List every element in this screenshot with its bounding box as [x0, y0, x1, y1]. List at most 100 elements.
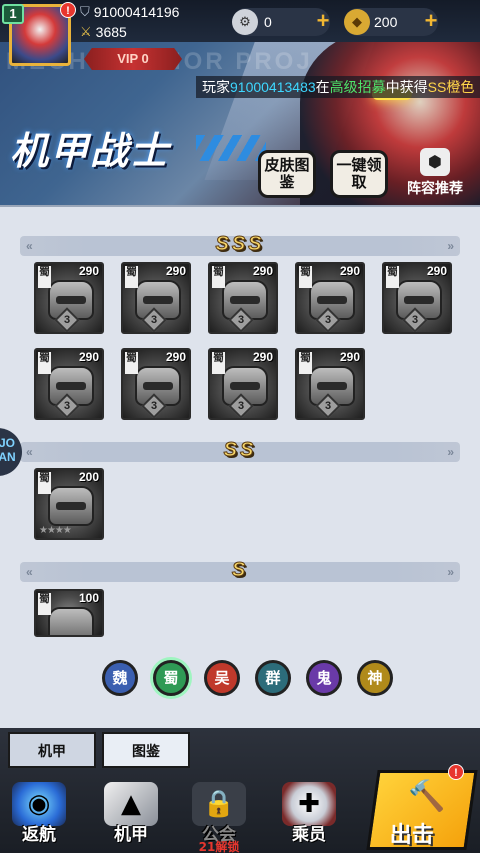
- mecha-card-ss-1[interactable]: 蜀 200 ★★★★: [34, 468, 104, 540]
- card-star-level: 3: [63, 314, 71, 326]
- coin-icon: ◆: [344, 9, 370, 35]
- add-coin-button[interactable]: +: [420, 10, 442, 32]
- faction-filter-5[interactable]: 鬼: [306, 660, 342, 696]
- mecha-portrait: [48, 607, 94, 635]
- faction-filter-6[interactable]: 神: [357, 660, 393, 696]
- mecha-visor: [56, 382, 86, 390]
- tab-mecha[interactable]: 机甲: [8, 732, 96, 768]
- sortie-label: 出击: [389, 823, 434, 848]
- nav-mecha[interactable]: ▲ 机甲: [96, 780, 166, 850]
- crossed-swords-icon: ⚔: [80, 24, 92, 39]
- vip-badge[interactable]: VIP 0: [84, 48, 182, 70]
- card-faction: 蜀: [212, 352, 225, 374]
- mecha-card-sss-6[interactable]: 蜀 290 3: [34, 348, 104, 420]
- card-power: 290: [252, 350, 273, 364]
- gear-icon: ⚙: [232, 9, 258, 35]
- sortie-button[interactable]: 🔨 出击: [366, 770, 478, 850]
- mecha-card-sss-3[interactable]: 蜀 290 3: [208, 262, 278, 334]
- card-star-level: 3: [324, 400, 332, 412]
- mecha-card-sss-8[interactable]: 蜀 290 3: [208, 348, 278, 420]
- card-star-level: 3: [150, 400, 158, 412]
- mecha-card-sss-1[interactable]: 蜀 290 3: [34, 262, 104, 334]
- player-id-row: ⛉ 91000414196: [80, 3, 179, 21]
- lineup-label: 阵容推荐: [407, 181, 463, 197]
- faction-filter-4[interactable]: 群: [255, 660, 291, 696]
- add-gear-button[interactable]: +: [312, 10, 334, 32]
- card-power: 290: [165, 350, 186, 364]
- nav-locked[interactable]: 🔒 公会 21解锁: [184, 780, 254, 853]
- card-star-level: 3: [63, 400, 71, 412]
- card-faction: 蜀: [299, 266, 312, 288]
- card-faction: 蜀: [38, 352, 51, 374]
- card-power: 290: [252, 264, 273, 278]
- divider-right-arrows: »: [447, 445, 454, 459]
- page-title: 机甲战士: [10, 129, 171, 173]
- card-power: 290: [426, 264, 447, 278]
- mecha-visor: [230, 382, 260, 390]
- mecha-visor: [143, 296, 173, 304]
- player-power-row: ⚔ 3685: [80, 23, 127, 41]
- card-power: 290: [165, 264, 186, 278]
- marquee-item: SS橙色: [427, 79, 475, 95]
- lineup-recommend-button[interactable]: ⬢ 阵容推荐: [398, 148, 472, 200]
- faction-filter-3[interactable]: 吴: [204, 660, 240, 696]
- card-faction: 蜀: [38, 593, 51, 615]
- card-star-level: 3: [237, 400, 245, 412]
- nav-mecha-label: 机甲: [114, 825, 148, 845]
- card-faction: 蜀: [125, 352, 138, 374]
- marquee-mid1: 在: [315, 79, 330, 95]
- hammer-icon: 🔨: [408, 779, 446, 814]
- card-faction: 蜀: [38, 472, 51, 494]
- mecha-card-sss-7[interactable]: 蜀 290 3: [121, 348, 191, 420]
- section-s-label: S: [231, 559, 249, 582]
- nav-back[interactable]: ◉ 返航: [4, 780, 74, 850]
- coin-count: 200: [374, 14, 398, 30]
- mecha-visor: [317, 296, 347, 304]
- card-faction: 蜀: [299, 352, 312, 374]
- card-star-level: 3: [324, 314, 332, 326]
- title-stripes: [196, 135, 266, 161]
- card-power: 200: [78, 470, 99, 484]
- card-star-level: 3: [150, 314, 158, 326]
- avatar-alert-badge: !: [60, 2, 76, 18]
- card-power: 290: [78, 350, 99, 364]
- gear-count: 0: [264, 14, 272, 30]
- mecha-card-sss-4[interactable]: 蜀 290 3: [295, 262, 365, 334]
- lineup-icon: ⬢: [420, 148, 450, 176]
- section-ss-header: « SS »: [20, 439, 460, 462]
- skin-atlas-button[interactable]: 皮肤图鉴: [258, 150, 316, 198]
- card-power: 290: [339, 350, 360, 364]
- broadcast-marquee: 玩家91000413483在高级招募中获得SS橙色: [196, 76, 480, 98]
- card-power: 290: [78, 264, 99, 278]
- nav-crew-label: 乘员: [292, 825, 326, 845]
- tab-atlas[interactable]: 图鉴: [102, 732, 190, 768]
- card-faction: 蜀: [38, 266, 51, 288]
- section-ss-label: SS: [223, 439, 257, 462]
- divider-right-arrows: »: [447, 239, 454, 253]
- mecha-visor: [143, 382, 173, 390]
- claim-all-button[interactable]: 一键领取: [330, 150, 388, 198]
- shield-icon: ⛉: [80, 4, 90, 19]
- card-stars: ★★★★: [39, 525, 72, 536]
- card-star-level: 3: [411, 314, 419, 326]
- faction-filter-2[interactable]: 蜀: [153, 660, 189, 696]
- player-id: 91000414196: [93, 4, 180, 20]
- divider-right-arrows: »: [447, 565, 454, 579]
- section-sss-header: « SSS »: [20, 233, 460, 256]
- player-level: 1: [2, 4, 24, 24]
- mecha-card-sss-2[interactable]: 蜀 290 3: [121, 262, 191, 334]
- nav-crew[interactable]: ✚ 乘员: [274, 780, 344, 850]
- section-s-header: « S »: [20, 559, 460, 582]
- divider-left-arrows: «: [26, 565, 33, 579]
- mecha-card-sss-5[interactable]: 蜀 290 3: [382, 262, 452, 334]
- mecha-card-sss-9[interactable]: 蜀 290 3: [295, 348, 365, 420]
- marquee-prefix: 玩家: [202, 79, 230, 95]
- mecha-visor: [404, 296, 434, 304]
- marquee-pool: 高级招募: [329, 79, 386, 95]
- mecha-card-s-1[interactable]: 蜀 100: [34, 589, 104, 637]
- faction-filter-1[interactable]: 魏: [102, 660, 138, 696]
- card-power: 100: [78, 591, 99, 605]
- card-star-level: 3: [237, 314, 245, 326]
- player-power: 3685: [95, 24, 127, 40]
- card-faction: 蜀: [125, 266, 138, 288]
